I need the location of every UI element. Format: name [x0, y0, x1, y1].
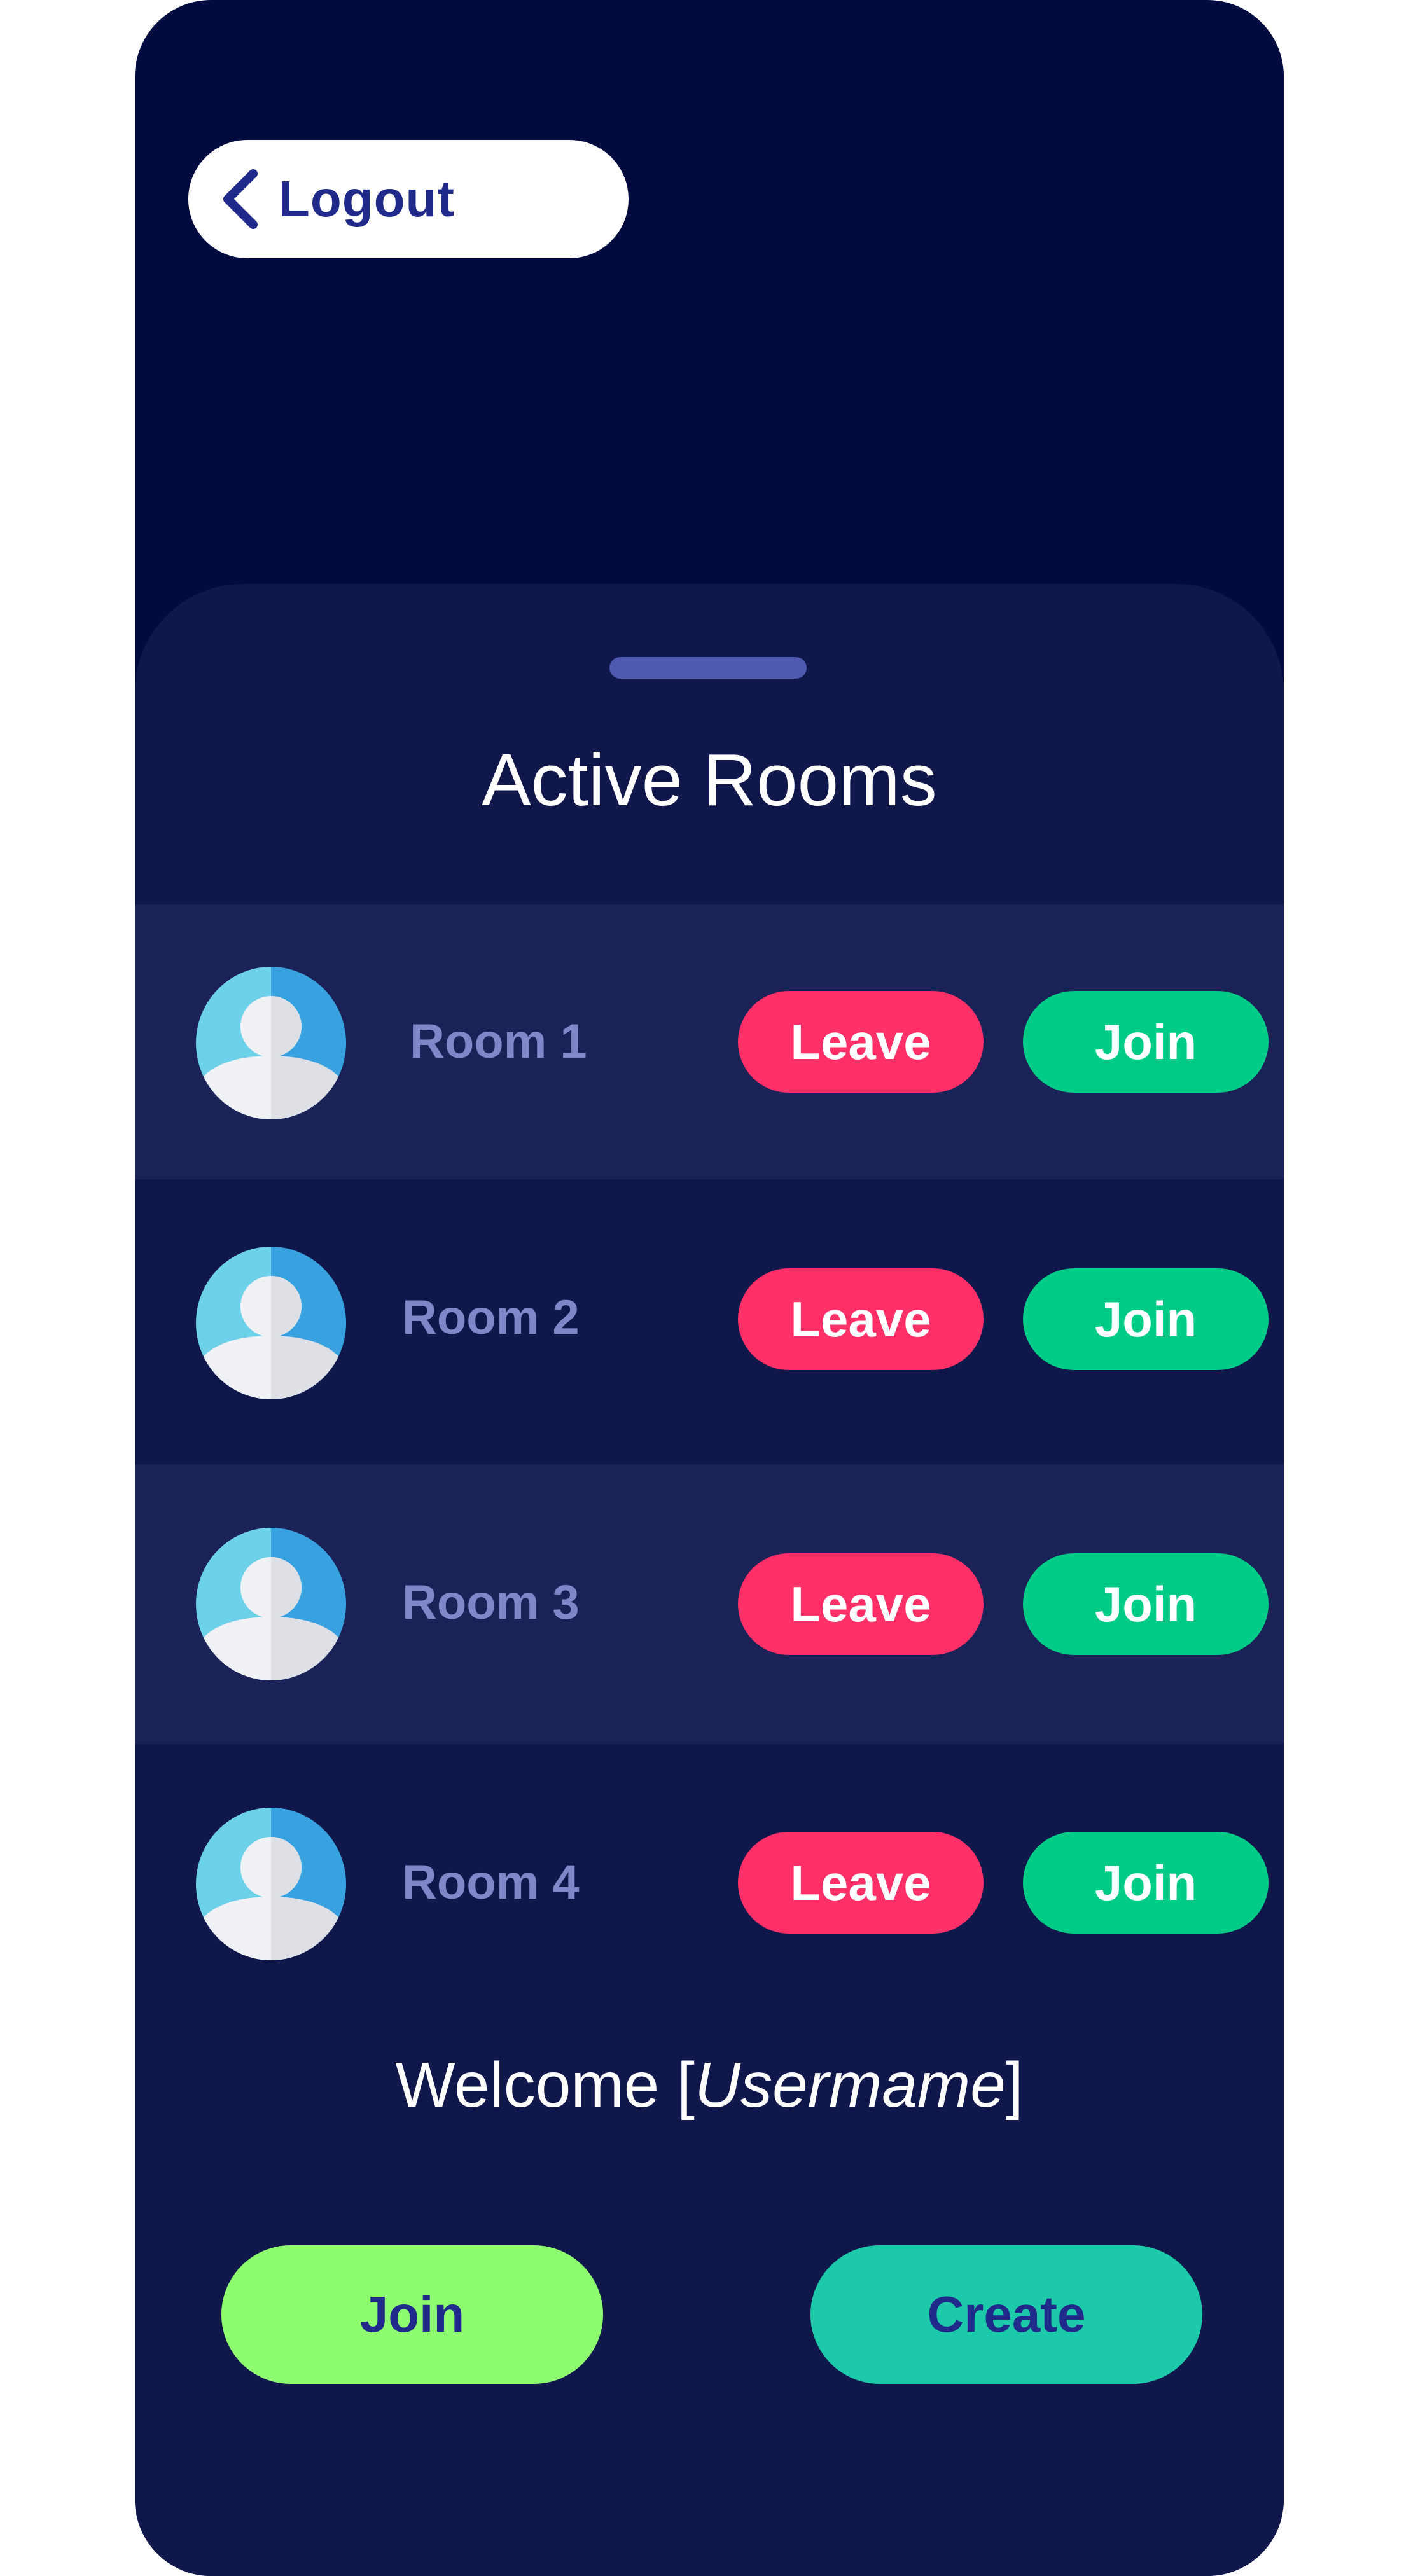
- room-name: Room 3: [402, 1575, 580, 1630]
- leave-room-button[interactable]: Leave: [738, 1268, 984, 1370]
- join-room-button[interactable]: Join: [1023, 1268, 1269, 1370]
- user-avatar-icon: [196, 1247, 346, 1399]
- welcome-suffix: ]: [1005, 2049, 1024, 2121]
- logout-label: Logout: [279, 170, 455, 227]
- user-avatar-icon: [196, 1528, 346, 1680]
- leave-room-button[interactable]: Leave: [738, 1832, 984, 1934]
- logout-button[interactable]: Logout: [188, 140, 629, 258]
- room-row: Room 4 Leave Join: [135, 1744, 1284, 2024]
- welcome-message: Welcome [Usermame]: [135, 2053, 1284, 2117]
- leave-room-button[interactable]: Leave: [738, 1553, 984, 1655]
- user-avatar-icon: [196, 967, 346, 1119]
- user-avatar-icon: [196, 1808, 346, 1960]
- room-row: Room 3 Leave Join: [135, 1464, 1284, 1744]
- join-button[interactable]: Join: [221, 2245, 603, 2384]
- join-room-button[interactable]: Join: [1023, 1553, 1269, 1655]
- room-row: Room 1 Leave Join: [135, 904, 1284, 1179]
- welcome-username: Usermame: [694, 2049, 1006, 2121]
- chevron-left-icon: [223, 169, 258, 229]
- sheet-drag-handle[interactable]: [609, 657, 807, 679]
- leave-room-button[interactable]: Leave: [738, 991, 984, 1093]
- welcome-prefix: Welcome [: [395, 2049, 695, 2121]
- room-name: Room 1: [410, 1014, 587, 1069]
- phone-screen: Logout Active Rooms Room 1 Leave Join Ro…: [135, 0, 1284, 2576]
- join-room-button[interactable]: Join: [1023, 991, 1269, 1093]
- sheet-title: Active Rooms: [482, 738, 937, 821]
- room-name: Room 4: [402, 1855, 580, 1909]
- join-room-button[interactable]: Join: [1023, 1832, 1269, 1934]
- create-button[interactable]: Create: [810, 2245, 1202, 2384]
- room-name: Room 2: [402, 1291, 580, 1345]
- room-row: Room 2 Leave Join: [135, 1179, 1284, 1464]
